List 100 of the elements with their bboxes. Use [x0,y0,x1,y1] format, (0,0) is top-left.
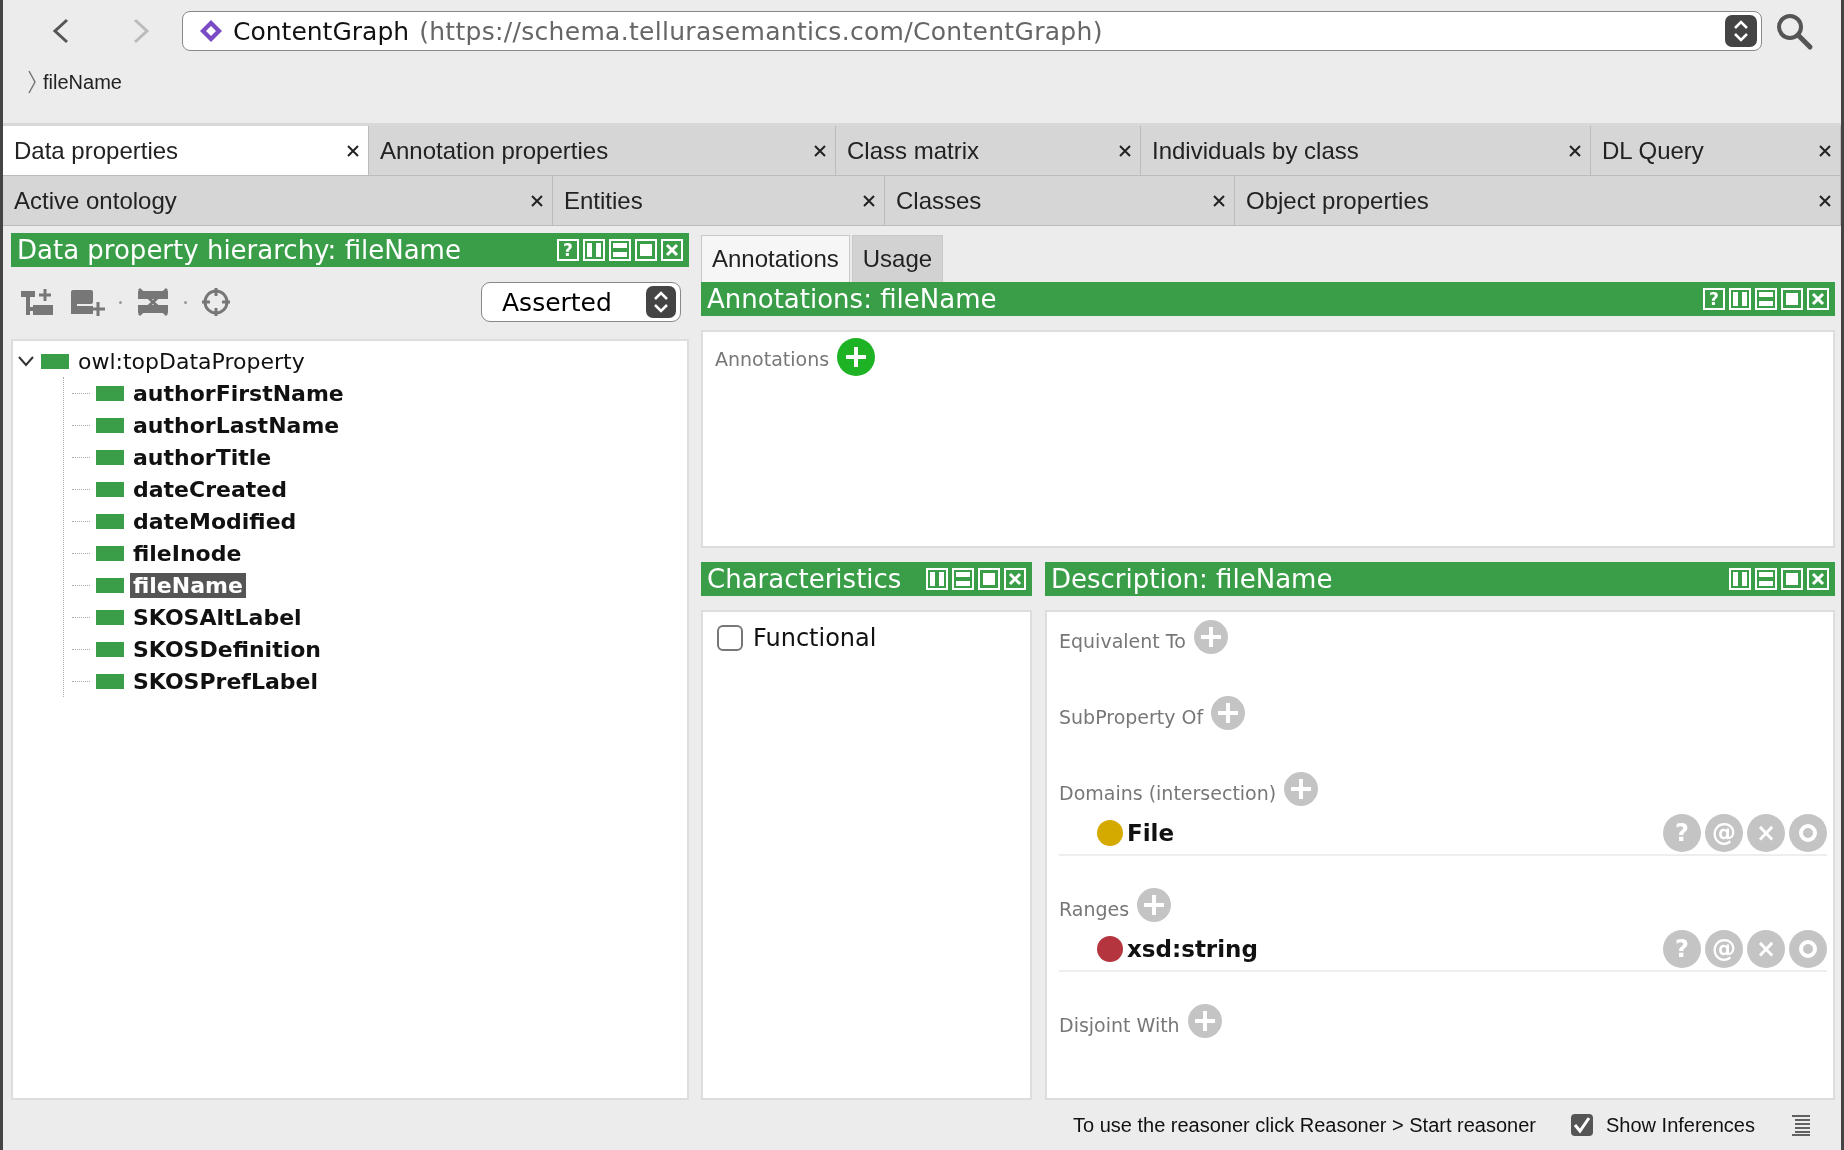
maximize-icon[interactable] [1781,288,1803,310]
tab-label: Classes [896,186,982,215]
tab[interactable]: Active ontology [3,176,553,225]
property-icon [41,353,69,369]
property-icon [96,513,124,529]
stepper-icon[interactable] [646,286,676,318]
panel-title: Annotations: fileName [707,284,998,314]
add-icon[interactable] [837,338,876,376]
chevron-icon [27,69,37,95]
maximize-icon[interactable] [635,239,657,261]
tree-item[interactable]: authorFirstName [130,380,347,406]
tab[interactable]: Usage [851,235,944,282]
tab-label: Individuals by class [1152,136,1359,165]
tab[interactable]: Data properties [3,126,369,175]
section-label: Disjoint With [1059,1014,1180,1036]
split-vertical-icon[interactable] [583,239,605,261]
add-icon[interactable] [1137,888,1172,922]
property-icon [96,545,124,561]
tree-item[interactable]: dateCreated [130,476,290,502]
panel-title: Characteristics [707,564,903,594]
close-icon[interactable] [1212,193,1226,208]
close-icon[interactable] [813,143,827,158]
tree-item[interactable]: SKOSDefinition [130,636,324,662]
split-horizontal-icon[interactable] [952,568,974,590]
close-icon[interactable] [346,143,360,158]
tab-label: Data properties [14,136,179,165]
add-icon[interactable] [1211,696,1246,730]
tab[interactable]: Class matrix [836,126,1141,175]
tab[interactable]: Annotations [701,235,850,282]
split-horizontal-icon[interactable] [1755,568,1777,590]
close-icon[interactable] [530,193,544,208]
close-icon[interactable] [1118,143,1132,158]
tab[interactable]: Annotation properties [369,126,836,175]
crosshair-icon[interactable] [201,287,231,317]
property-icon [96,417,124,433]
add-subproperty-icon[interactable] [19,287,55,317]
section-label: Domains (intersection) [1059,782,1277,804]
tab-label: Object properties [1246,186,1429,215]
edit-button[interactable] [1789,814,1827,852]
entity-name[interactable]: File [1127,820,1659,846]
add-icon[interactable] [1284,772,1319,806]
section-label: SubProperty Of [1059,706,1204,728]
dropdown-value: Asserted [502,287,612,317]
property-icon [96,481,124,497]
checkbox[interactable] [1570,1113,1594,1137]
property-icon [96,449,124,465]
panel-title: Data property hierarchy: fileName [17,235,462,265]
mode-dropdown[interactable]: Asserted [481,282,681,322]
split-vertical-icon[interactable] [1729,568,1751,590]
tab-label: DL Query [1602,136,1704,165]
entity-name[interactable]: xsd:string [1127,936,1659,962]
tree-item[interactable]: authorTitle [130,444,275,470]
add-icon[interactable] [1193,620,1228,654]
tab-label: Active ontology [14,186,177,215]
property-icon [96,673,124,689]
property-icon [96,577,124,593]
close-icon[interactable] [1568,143,1582,158]
add-icon[interactable] [1187,1004,1222,1038]
tab-label: Class matrix [847,136,979,165]
checkbox-label: Functional [753,624,877,652]
search-icon[interactable] [1774,11,1814,51]
edit-button[interactable] [1789,930,1827,968]
tree-item[interactable]: SKOSPrefLabel [130,668,321,694]
ontology-iri: (https://schema.tellurasemantics.com/ContentGraph) [419,16,1104,46]
tree-item[interactable]: fileInode [130,540,245,566]
tab[interactable]: DL Query [1591,126,1841,175]
diamond-icon [199,19,223,43]
section-label: Ranges [1059,898,1130,920]
section-label: Annotations [715,348,830,370]
close-icon[interactable] [862,193,876,208]
panel-title: Description: fileName [1051,564,1334,594]
tree-item[interactable]: SKOSAltLabel [130,604,305,630]
split-horizontal-icon[interactable] [609,239,631,261]
tab-label: Annotation properties [380,136,609,165]
property-icon [96,641,124,657]
tab[interactable]: Entities [553,176,885,225]
split-horizontal-icon[interactable] [1755,288,1777,310]
tab[interactable]: Classes [885,176,1235,225]
tab[interactable]: Object properties [1235,176,1841,225]
tab[interactable]: Individuals by class [1141,126,1591,175]
checkbox[interactable] [717,625,743,651]
tab-label: Entities [564,186,643,215]
property-icon [96,385,124,401]
breadcrumb-link[interactable]: fileName [43,70,122,94]
tree-item[interactable]: dateModified [130,508,300,534]
tree-item[interactable]: fileName [130,572,246,598]
split-vertical-icon[interactable] [1729,288,1751,310]
tree-item[interactable]: authorLastName [130,412,343,438]
close-icon[interactable] [1818,143,1832,158]
close-icon[interactable] [1818,193,1832,208]
list-icon[interactable] [1791,1114,1811,1136]
checkbox-label: Show Inferences [1606,1113,1755,1137]
tree-item[interactable]: owl:topDataProperty [75,348,308,374]
address-bar[interactable]: ContentGraph (https://schema.tellurasemantics.com/ContentGraph) [182,11,1762,51]
ontology-name: ContentGraph [233,16,410,46]
maximize-icon[interactable] [1781,568,1803,590]
split-vertical-icon[interactable] [926,568,948,590]
stepper-icon[interactable] [1725,15,1757,47]
maximize-icon[interactable] [978,568,1000,590]
status-message: To use the reasoner click Reasoner > Start reasoner [1073,1113,1536,1137]
